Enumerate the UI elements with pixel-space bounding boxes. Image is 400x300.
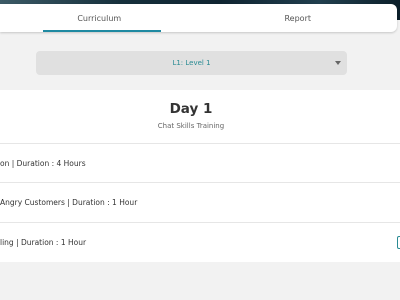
tab-bar: Curriculum Report: [0, 4, 397, 32]
tab-curriculum-label: Curriculum: [77, 13, 122, 23]
day-subtitle: Chat Skills Training: [157, 122, 225, 130]
session-title: ling | Duration : 1 Hour: [0, 238, 87, 247]
level-dropdown-value: L1: Level 1: [172, 59, 211, 67]
session-title: on | Duration : 4 Hours: [0, 159, 86, 168]
tab-curriculum[interactable]: Curriculum: [0, 4, 199, 32]
session-row[interactable]: ling | Duration : 1 Hour: [0, 222, 400, 262]
tab-report[interactable]: Report: [199, 4, 398, 32]
session-row[interactable]: Angry Customers | Duration : 1 Hour: [0, 182, 400, 222]
caret-down-icon: [335, 61, 341, 65]
session-title: Angry Customers | Duration : 1 Hour: [0, 198, 138, 207]
session-row[interactable]: on | Duration : 4 Hours: [0, 143, 400, 183]
level-dropdown[interactable]: L1: Level 1: [36, 51, 347, 75]
tab-report-label: Report: [284, 13, 312, 23]
day-title: Day 1: [169, 101, 213, 117]
